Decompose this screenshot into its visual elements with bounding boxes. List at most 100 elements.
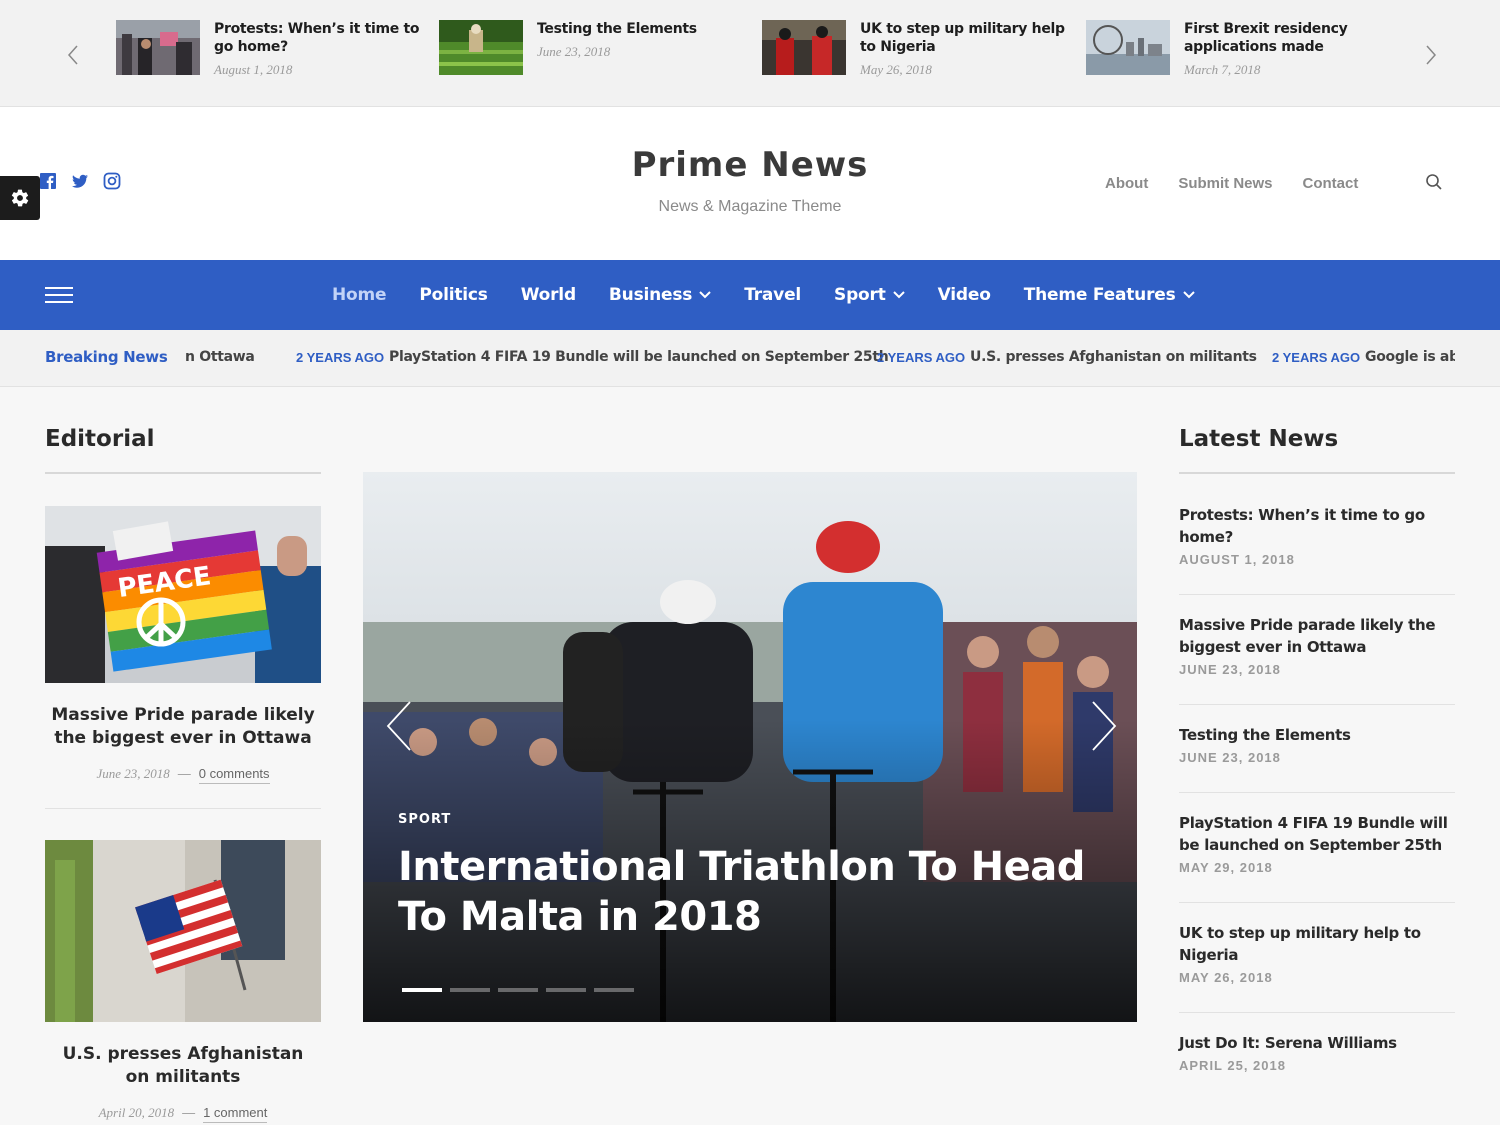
latest-news-divider — [1179, 704, 1455, 705]
slider-dot[interactable] — [546, 988, 586, 992]
meta-separator: — — [177, 766, 191, 781]
editorial-card: U.S. presses Afghanistan on militants Ap… — [45, 840, 321, 1123]
carousel-item-title[interactable]: UK to step up military help to Nigeria — [860, 20, 1070, 56]
main-nav: Home Politics World Business Travel Spor… — [0, 260, 1500, 330]
carousel-item-title[interactable]: Protests: When’s it time to go home? — [214, 20, 424, 56]
editorial-card-image[interactable]: PEACE — [45, 506, 321, 683]
latest-news-divider — [1179, 902, 1455, 903]
latest-news-title[interactable]: UK to step up military help to Nigeria — [1179, 922, 1455, 966]
carousel-item-date: August 1, 2018 — [214, 62, 293, 77]
secondary-nav: About Submit News Contact — [1105, 175, 1358, 192]
nav-item-label: World — [520, 285, 576, 305]
breaking-news-ticker: n Ottawa 2 YEARS AGO PlayStation 4 FIFA … — [185, 330, 1455, 387]
nav-item-politics[interactable]: Politics — [419, 285, 488, 305]
chevron-down-icon — [1182, 291, 1195, 299]
carousel-thumbnail — [1086, 20, 1170, 75]
slide-title[interactable]: International Triathlon To Head To Malta… — [398, 842, 1118, 942]
ticker-item-text[interactable]: Google is abou — [1365, 349, 1455, 365]
carousel-item[interactable]: First Brexit residency applications made… — [1086, 20, 1396, 80]
latest-news-title[interactable]: Testing the Elements — [1179, 724, 1455, 746]
carousel-thumbnail — [439, 20, 523, 75]
latest-news-date: May 29, 2018 — [1179, 860, 1273, 875]
nav-item-theme-features[interactable]: Theme Features — [1024, 285, 1195, 305]
menu-hamburger-icon[interactable] — [45, 287, 73, 303]
slider-dot[interactable] — [594, 988, 634, 992]
slider-dot[interactable] — [450, 988, 490, 992]
slider-prev-button[interactable] — [385, 700, 415, 752]
carousel-item-date: March 7, 2018 — [1184, 62, 1261, 77]
nav-link-submit-news[interactable]: Submit News — [1178, 175, 1272, 192]
carousel-item-title[interactable]: First Brexit residency applications made — [1184, 20, 1394, 56]
latest-news-title[interactable]: PlayStation 4 FIFA 19 Bundle will be lau… — [1179, 812, 1455, 856]
nav-item-label: Sport — [834, 285, 886, 305]
latest-news-item: UK to step up military help to Nigeria M… — [1179, 922, 1455, 985]
carousel-item[interactable]: UK to step up military help to Nigeria M… — [762, 20, 1072, 80]
latest-news-item: PlayStation 4 FIFA 19 Bundle will be lau… — [1179, 812, 1455, 875]
chevron-left-icon — [386, 701, 411, 751]
nav-item-video[interactable]: Video — [938, 285, 991, 305]
nav-item-label: Video — [937, 285, 991, 305]
top-carousel: Protests: When’s it time to go home? Aug… — [0, 0, 1500, 107]
comments-link[interactable]: 1 comment — [203, 1105, 268, 1123]
ticker-item-age: 2 YEARS AGO — [296, 350, 385, 365]
carousel-prev-button[interactable] — [62, 40, 84, 70]
slider-dot[interactable] — [498, 988, 538, 992]
editorial-card-meta: June 23, 2018 — 0 comments — [45, 766, 321, 784]
chevron-left-icon — [67, 45, 78, 65]
ticker-item-text[interactable]: PlayStation 4 FIFA 19 Bundle will be lau… — [389, 349, 889, 365]
slider-pagination — [402, 988, 634, 992]
nav-item-world[interactable]: World — [521, 285, 576, 305]
editorial-divider — [45, 808, 321, 809]
latest-news-title[interactable]: Just Do It: Serena Williams — [1179, 1032, 1455, 1054]
latest-news-date: June 23, 2018 — [1179, 662, 1281, 677]
carousel-item[interactable]: Protests: When’s it time to go home? Aug… — [116, 20, 426, 80]
slider-next-button[interactable] — [1088, 700, 1118, 752]
editorial-card-title[interactable]: Massive Pride parade likely the biggest … — [45, 704, 321, 750]
nav-link-contact[interactable]: Contact — [1303, 175, 1359, 192]
ticker-item-text[interactable]: n Ottawa — [185, 349, 255, 365]
nav-item-sport[interactable]: Sport — [834, 285, 905, 305]
meta-separator: — — [182, 1105, 196, 1120]
chevron-right-icon — [1426, 45, 1437, 65]
search-icon[interactable] — [1425, 173, 1445, 193]
carousel-item-date: June 23, 2018 — [537, 44, 611, 59]
editorial-card-image[interactable] — [45, 840, 321, 1022]
editorial-card-title[interactable]: U.S. presses Afghanistan on militants — [45, 1043, 321, 1089]
latest-news-title[interactable]: Massive Pride parade likely the biggest … — [1179, 614, 1455, 658]
nav-item-travel[interactable]: Travel — [744, 285, 801, 305]
settings-gear-button[interactable] — [0, 176, 40, 220]
latest-news-title[interactable]: Protests: When’s it time to go home? — [1179, 504, 1455, 548]
nav-item-label: Politics — [419, 285, 488, 305]
carousel-next-button[interactable] — [1420, 40, 1442, 70]
site-tagline: News & Magazine Theme — [658, 198, 842, 215]
latest-news-item: Testing the Elements June 23, 2018 — [1179, 724, 1455, 765]
primary-nav-items: Home Politics World Business Travel Spor… — [332, 260, 1228, 330]
latest-news-date: August 1, 2018 — [1179, 552, 1295, 567]
breaking-news-bar: Breaking News n Ottawa 2 YEARS AGO PlayS… — [0, 330, 1500, 387]
carousel-item-date: May 26, 2018 — [860, 62, 932, 77]
featured-slider: SPORT International Triathlon To Head To… — [363, 472, 1137, 1022]
nav-item-business[interactable]: Business — [609, 285, 711, 305]
carousel-item-title[interactable]: Testing the Elements — [537, 20, 747, 38]
latest-news-divider — [1179, 594, 1455, 595]
nav-link-about[interactable]: About — [1105, 175, 1148, 192]
ticker-item-age: 2 YEARS AGO — [1272, 350, 1361, 365]
latest-news-date: June 23, 2018 — [1179, 750, 1281, 765]
editorial-heading: Editorial — [45, 426, 155, 452]
comments-link[interactable]: 0 comments — [198, 766, 270, 784]
nav-item-label: Travel — [744, 285, 802, 305]
slider-dot[interactable] — [402, 988, 442, 992]
latest-news-item: Protests: When’s it time to go home? Aug… — [1179, 504, 1455, 567]
nav-item-label: Theme Features — [1023, 285, 1176, 305]
chevron-down-icon — [892, 291, 905, 299]
latest-news-heading-rule — [1179, 472, 1455, 474]
editorial-card-date: June 23, 2018 — [96, 766, 170, 781]
ticker-item-text[interactable]: U.S. presses Afghanistan on militants — [970, 349, 1257, 365]
latest-news-heading: Latest News — [1179, 426, 1339, 452]
latest-news-divider — [1179, 1012, 1455, 1013]
nav-item-label: Business — [608, 285, 693, 305]
carousel-item[interactable]: Testing the Elements June 23, 2018 — [439, 20, 749, 80]
slide-category[interactable]: SPORT — [398, 812, 451, 827]
site-header: Prime News News & Magazine Theme About S… — [0, 107, 1500, 260]
nav-item-home[interactable]: Home — [332, 285, 387, 305]
